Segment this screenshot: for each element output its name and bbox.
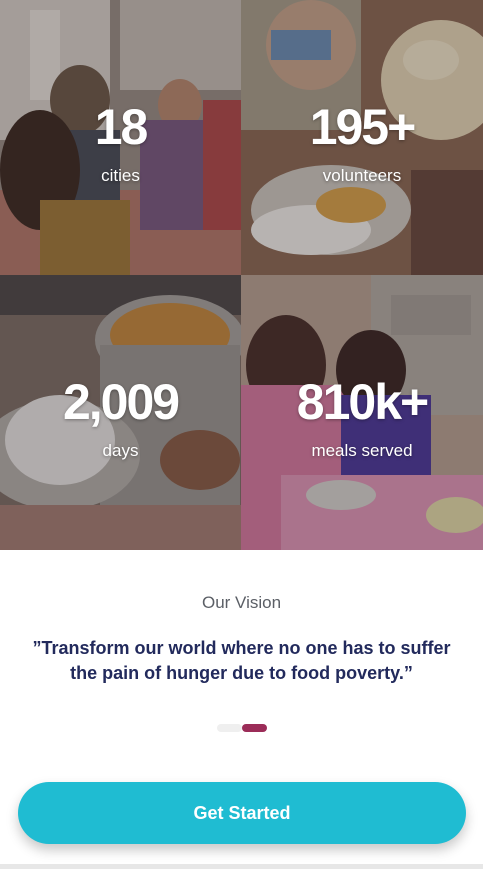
stat-value: 18 bbox=[94, 99, 149, 155]
stat-tile-days: 2,009 days bbox=[0, 275, 241, 550]
stat-label: cities bbox=[101, 166, 140, 185]
bottom-divider bbox=[0, 864, 483, 869]
vision-title: Our Vision bbox=[201, 593, 282, 612]
stat-value: 810k+ bbox=[296, 374, 429, 430]
stat-value: 2,009 bbox=[62, 374, 180, 430]
stat-tile-volunteers: 195+ volunteers bbox=[241, 0, 483, 275]
stat-label: days bbox=[102, 441, 139, 460]
get-started-button[interactable]: Get Started bbox=[18, 782, 466, 844]
stat-label: meals served bbox=[311, 441, 413, 460]
carousel-indicator bbox=[217, 724, 267, 732]
stat-label: volunteers bbox=[322, 166, 402, 185]
stat-value: 195+ bbox=[309, 99, 417, 155]
vision-quote: ”Transform our world where no one has to… bbox=[32, 638, 451, 683]
stats-grid: 18 cities 195+ volunteers 2,009 days 810… bbox=[0, 0, 483, 550]
stat-tile-meals: 810k+ meals served bbox=[241, 275, 483, 550]
stat-tile-cities: 18 cities bbox=[0, 0, 241, 275]
carousel-dot-1[interactable] bbox=[217, 724, 242, 732]
carousel-dot-2-active[interactable] bbox=[242, 724, 267, 732]
